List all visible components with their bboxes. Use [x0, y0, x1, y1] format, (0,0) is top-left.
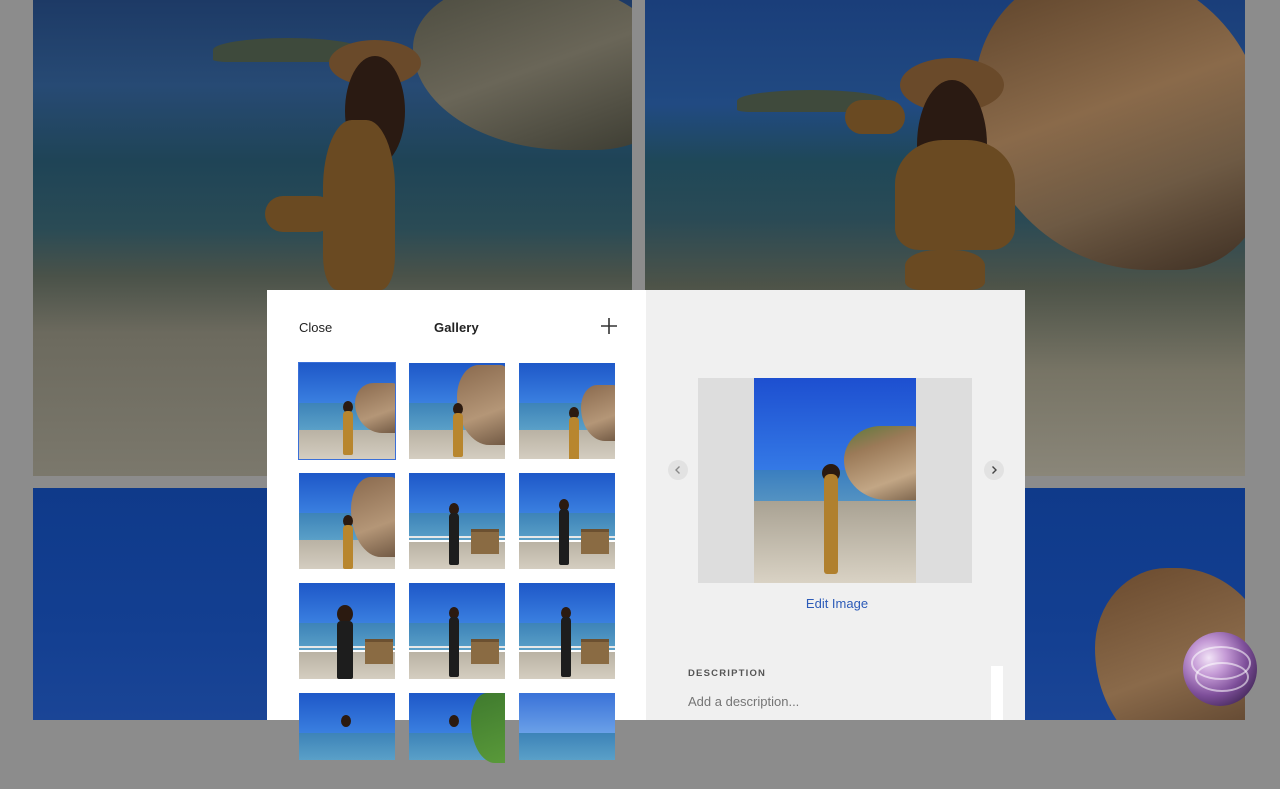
chevron-right-icon[interactable] — [984, 460, 1004, 480]
thumbnail-4[interactable] — [299, 473, 395, 569]
background-photo-3 — [33, 488, 273, 720]
plus-icon[interactable] — [599, 316, 619, 336]
thumbnail-2[interactable] — [409, 363, 505, 459]
thumbnail-6[interactable] — [519, 473, 615, 569]
thumbnail-5[interactable] — [409, 473, 505, 569]
description-scrollbar[interactable] — [991, 666, 1003, 720]
description-input[interactable] — [688, 694, 988, 709]
thumbnail-7[interactable] — [299, 583, 395, 679]
chevron-left-icon[interactable] — [668, 460, 688, 480]
edit-image-link[interactable]: Edit Image — [767, 596, 907, 611]
preview-photo — [754, 378, 916, 583]
thumbnail-10[interactable] — [299, 693, 395, 789]
dialog-title: Gallery — [434, 320, 479, 335]
gallery-list-panel: Close Gallery — [267, 290, 646, 763]
thumbnail-3[interactable] — [519, 363, 615, 459]
thumbnail-8[interactable] — [409, 583, 505, 679]
thumbnail-12[interactable] — [519, 693, 615, 789]
close-button[interactable]: Close — [299, 320, 332, 335]
image-preview — [698, 378, 972, 583]
description-label: DESCRIPTION — [688, 668, 767, 679]
gallery-dialog: Close Gallery Edit Image DESCRIPTION Add… — [267, 290, 1025, 763]
thumbnail-1[interactable] — [298, 362, 396, 460]
thumbnail-11[interactable] — [409, 693, 505, 789]
app-logo-orb — [1183, 632, 1257, 706]
thumbnail-9[interactable] — [519, 583, 615, 679]
